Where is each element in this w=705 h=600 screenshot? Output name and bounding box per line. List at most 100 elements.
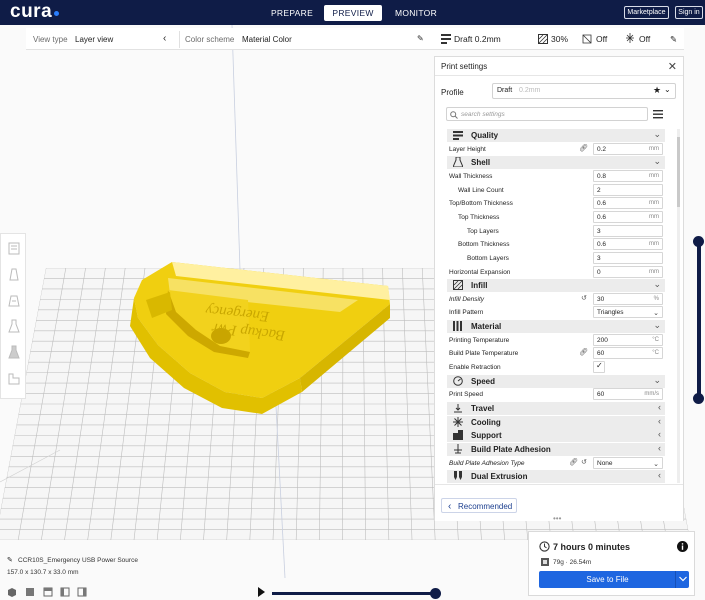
setting-wall-thickness[interactable]: Wall Thickness 0.8 mm [447, 170, 665, 183]
sign-in-button[interactable]: Sign in [675, 6, 703, 19]
pencil-icon[interactable]: ✎ [7, 556, 13, 564]
search-settings-input[interactable]: search settings [446, 107, 648, 121]
play-icon[interactable] [256, 586, 266, 598]
setting-bottom-layers[interactable]: Bottom Layers 3 [447, 252, 665, 265]
setting-unit: mm/s [644, 391, 659, 397]
close-icon[interactable]: ✕ [668, 60, 677, 73]
setting-build-plate-temperature[interactable]: Build Plate Temperature 🔗︎ 60 °C [447, 347, 665, 360]
model-dimensions: 157.0 x 130.7 x 33.0 mm [7, 569, 79, 576]
setting-value-field[interactable]: 60 °C [593, 347, 663, 359]
setting-value: 2 [597, 187, 601, 194]
setting-value-field[interactable]: 60 mm/s [593, 388, 663, 400]
category-build-plate-adhesion[interactable]: Build Plate Adhesion ‹ [447, 443, 665, 456]
recommended-button[interactable]: ‹ Recommended [441, 498, 517, 513]
category-material[interactable]: Material ⌄ [447, 320, 665, 333]
setting-printing-temperature[interactable]: Printing Temperature 200 °C [447, 334, 665, 347]
category-support[interactable]: Support ‹ [447, 429, 665, 442]
path-slider-track[interactable] [272, 592, 436, 595]
setting-unit: mm [649, 269, 659, 275]
category-travel[interactable]: Travel ‹ [447, 402, 665, 415]
adhesion-icon [626, 33, 634, 43]
setting-horizontal-expansion[interactable]: Horizontal Expansion 0 mm [447, 266, 665, 279]
category-speed[interactable]: Speed ⌄ [447, 375, 665, 388]
setting-value-field[interactable]: 3 [593, 252, 663, 264]
print-settings-summary[interactable]: Draft 0.2mm 30% Off Off ✎ [434, 28, 684, 50]
category-quality[interactable]: Quality ⌄ [447, 129, 665, 142]
setting-top-bottom-thickness[interactable]: Top/Bottom Thickness 0.6 mm [447, 197, 665, 210]
setting-infill-density[interactable]: Infill Density ↺ 30% [447, 293, 665, 306]
view-3d-icon[interactable] [7, 587, 17, 597]
setting-enable-retraction[interactable]: Enable Retraction ✓ [447, 361, 665, 374]
category-dual-extrusion[interactable]: Dual Extrusion ‹ [447, 470, 665, 483]
setting-value-field[interactable]: 2 [593, 184, 663, 196]
setting-value-field[interactable]: 0.6 mm [593, 238, 663, 250]
chevron-left-icon: ‹ [658, 416, 661, 426]
mirror-tool-icon[interactable] [7, 318, 21, 334]
setting-print-speed[interactable]: Print Speed 60 mm/s [447, 388, 665, 401]
panel-title: Print settings [441, 62, 488, 71]
view-front-icon[interactable] [25, 587, 35, 597]
tab-prepare[interactable]: PREPARE [262, 5, 322, 21]
setting-unit: mm [649, 173, 659, 179]
setting-infill-pattern[interactable]: Infill Pattern Triangles ⌄ [447, 306, 665, 319]
save-options-dropdown[interactable] [675, 571, 689, 588]
view-right-icon[interactable] [77, 587, 87, 597]
move-tool-icon[interactable] [7, 240, 21, 256]
setting-top-thickness[interactable]: Top Thickness 0.6 mm [447, 211, 665, 224]
tab-monitor[interactable]: MONITOR [386, 5, 446, 21]
reset-icon[interactable]: ↺ [581, 458, 587, 466]
path-slider-handle[interactable] [430, 588, 441, 599]
setting-label: Layer Height [449, 146, 486, 153]
scrollbar-thumb[interactable] [677, 137, 680, 207]
menu-icon[interactable] [653, 109, 663, 119]
per-model-settings-icon[interactable] [7, 344, 21, 360]
setting-value-field[interactable]: 0.6 mm [593, 197, 663, 209]
color-scheme-dropdown[interactable]: Material Color [242, 35, 292, 44]
category-shell[interactable]: Shell ⌄ [447, 156, 665, 169]
chevron-left-icon[interactable]: ‹ [163, 33, 166, 44]
info-icon[interactable] [677, 541, 688, 552]
layer-slider[interactable] [697, 240, 701, 398]
setting-value-field[interactable]: None ⌄ [593, 457, 663, 469]
setting-value-field[interactable]: 30% [593, 293, 663, 305]
setting-value-field[interactable]: 0.2 mm [593, 143, 663, 155]
view-left-icon[interactable] [60, 587, 70, 597]
setting-value-field[interactable]: 200 °C [593, 334, 663, 346]
setting-value-field[interactable]: 0.8 mm [593, 170, 663, 182]
category-cooling[interactable]: Cooling ‹ [447, 416, 665, 429]
resize-handle-icon[interactable]: ••• [553, 514, 561, 523]
rotate-tool-icon[interactable] [7, 292, 21, 308]
save-to-file-button[interactable]: Save to File [539, 571, 689, 588]
profile-dropdown[interactable]: Draft 0.2mm [492, 83, 676, 99]
scale-tool-icon[interactable] [7, 266, 21, 282]
marketplace-button[interactable]: Marketplace [624, 6, 669, 19]
pencil-icon[interactable]: ✎ [417, 34, 424, 43]
settings-scrollbar[interactable] [677, 129, 680, 483]
setting-bottom-thickness[interactable]: Bottom Thickness 0.6 mm [447, 238, 665, 251]
setting-value-field[interactable]: Triangles ⌄ [593, 306, 663, 318]
view-top-icon[interactable] [43, 587, 53, 597]
category-label: Support [471, 431, 502, 440]
setting-wall-line-count[interactable]: Wall Line Count 2 [447, 184, 665, 197]
tab-preview[interactable]: PREVIEW [324, 5, 382, 21]
setting-label: Bottom Layers [467, 255, 509, 262]
chevron-down-icon[interactable]: ⌄ [664, 85, 671, 94]
category-infill[interactable]: Infill ⌄ [447, 279, 665, 292]
enable-retraction-checkbox[interactable]: ✓ [593, 361, 605, 373]
pencil-icon[interactable]: ✎ [670, 34, 677, 45]
material-icon [453, 321, 462, 331]
reset-icon[interactable]: ↺ [581, 294, 587, 302]
layer-slider-bottom-handle[interactable] [693, 393, 704, 404]
setting-top-layers[interactable]: Top Layers 3 [447, 225, 665, 238]
setting-value: 0.6 [597, 214, 607, 221]
layer-slider-top-handle[interactable] [693, 236, 704, 247]
setting-layer-height[interactable]: Layer Height 🔗︎ 0.2 mm [447, 143, 665, 156]
view-type-dropdown[interactable]: Layer view [75, 35, 113, 44]
setting-value-field[interactable]: 0.6 mm [593, 211, 663, 223]
setting-label: Print Speed [449, 391, 483, 398]
star-icon[interactable]: ★ [653, 85, 661, 96]
setting-value-field[interactable]: 3 [593, 225, 663, 237]
support-blocker-icon[interactable] [7, 370, 21, 386]
setting-build-plate-adhesion-type[interactable]: Build Plate Adhesion Type 🔗︎ ↺ None ⌄ [447, 457, 665, 470]
setting-value-field[interactable]: 0 mm [593, 266, 663, 278]
